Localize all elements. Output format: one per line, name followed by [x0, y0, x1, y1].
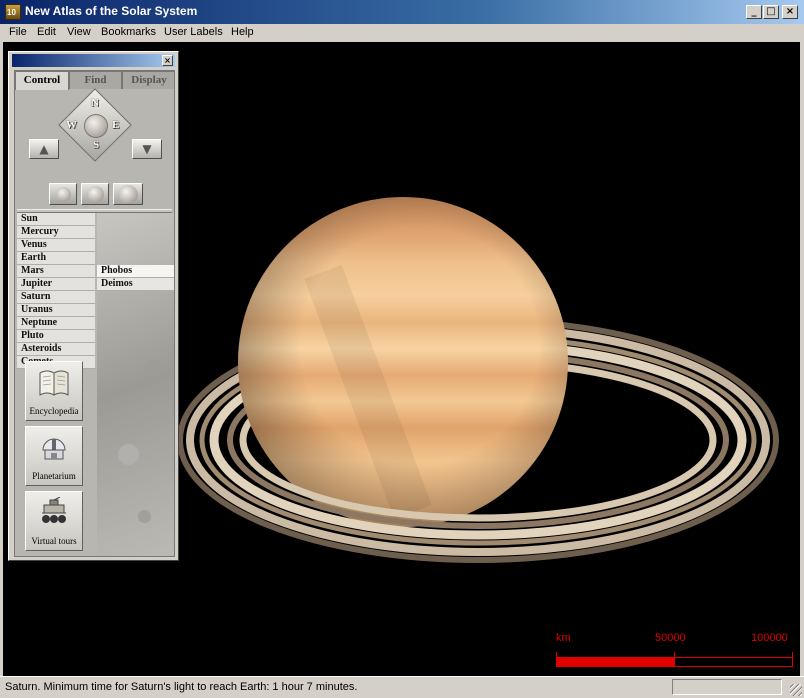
- moon-item-deimos[interactable]: Deimos: [97, 278, 174, 291]
- zoom-small-button[interactable]: [49, 183, 77, 205]
- menu-bar: File Edit View Bookmarks User Labels Hel…: [0, 24, 804, 42]
- scale-bar: [556, 657, 793, 667]
- planet-item-sun[interactable]: Sun: [17, 213, 95, 226]
- tab-display[interactable]: Display: [122, 71, 174, 89]
- tilt-down-button[interactable]: ▼: [132, 139, 162, 159]
- status-bar: Saturn. Minimum time for Saturn's light …: [0, 676, 804, 698]
- encyclopedia-label: Encyclopedia: [29, 406, 79, 416]
- zoom-large-button[interactable]: [113, 183, 143, 205]
- observatory-icon: [42, 438, 66, 460]
- planet-item-asteroids[interactable]: Asteroids: [17, 343, 95, 356]
- scale-unit: km: [556, 632, 571, 644]
- tab-control[interactable]: Control: [15, 71, 69, 90]
- planet-item-earth[interactable]: Earth: [17, 252, 95, 265]
- menu-view[interactable]: View: [67, 26, 91, 38]
- scale-mid-label: 50000: [655, 632, 686, 644]
- encyclopedia-button[interactable]: Encyclopedia: [25, 361, 83, 421]
- menu-edit[interactable]: Edit: [37, 26, 56, 38]
- minimize-button[interactable]: _: [746, 5, 762, 19]
- panel-title-bar[interactable]: ×: [12, 54, 175, 67]
- tab-find[interactable]: Find: [69, 71, 122, 89]
- menu-bookmarks[interactable]: Bookmarks: [101, 26, 156, 38]
- panel-body: Control Find Display N S E W ▲ ▼ Sun Mer…: [14, 70, 175, 557]
- planetarium-button[interactable]: Planetarium: [25, 426, 83, 486]
- zoom-small-icon: [56, 187, 71, 202]
- planet-item-mercury[interactable]: Mercury: [17, 226, 95, 239]
- moon-item-phobos[interactable]: Phobos: [97, 265, 174, 278]
- book-icon: [39, 370, 69, 396]
- scale-bar-fill: [557, 658, 675, 666]
- planet-item-neptune[interactable]: Neptune: [17, 317, 95, 330]
- planet-item-jupiter[interactable]: Jupiter: [17, 278, 95, 291]
- tilt-up-button[interactable]: ▲: [29, 139, 59, 159]
- window-title: New Atlas of the Solar System: [25, 4, 198, 18]
- resize-grip-icon[interactable]: [790, 684, 802, 696]
- menu-user-labels[interactable]: User Labels: [164, 26, 223, 38]
- zoom-large-icon: [118, 185, 138, 204]
- status-text: Saturn. Minimum time for Saturn's light …: [5, 681, 358, 693]
- up-arrow-icon: ▲: [39, 142, 49, 156]
- panel-close-button[interactable]: ×: [162, 55, 173, 66]
- virtual-tours-button[interactable]: Virtual tours: [25, 491, 83, 551]
- status-pane: [672, 679, 782, 695]
- rover-icon: [42, 497, 66, 523]
- compass-north[interactable]: N: [91, 97, 99, 109]
- compass-west[interactable]: W: [66, 119, 77, 131]
- planet-item-venus[interactable]: Venus: [17, 239, 95, 252]
- zoom-medium-icon: [87, 186, 104, 203]
- scale-max-label: 100000: [751, 632, 788, 644]
- app-icon: [5, 4, 21, 20]
- planet-item-pluto[interactable]: Pluto: [17, 330, 95, 343]
- maximize-button[interactable]: □: [763, 5, 779, 19]
- planet-item-uranus[interactable]: Uranus: [17, 304, 95, 317]
- virtual-tours-label: Virtual tours: [31, 536, 77, 546]
- close-button[interactable]: ×: [782, 5, 798, 19]
- menu-help[interactable]: Help: [231, 26, 254, 38]
- menu-file[interactable]: File: [9, 26, 27, 38]
- title-bar[interactable]: New Atlas of the Solar System _ □ ×: [0, 0, 804, 24]
- planet-list: Sun Mercury Venus Earth Mars Jupiter Sat…: [17, 213, 95, 369]
- compass-south[interactable]: S: [93, 139, 99, 151]
- zoom-medium-button[interactable]: [81, 183, 109, 205]
- app-window: New Atlas of the Solar System _ □ × File…: [0, 0, 804, 698]
- compass-east[interactable]: E: [112, 119, 119, 131]
- planet-item-saturn[interactable]: Saturn: [17, 291, 95, 304]
- control-panel: × Control Find Display N S E W ▲ ▼ Sun M…: [8, 51, 179, 561]
- planetarium-label: Planetarium: [32, 471, 76, 481]
- compass-center-button[interactable]: [84, 114, 108, 138]
- down-arrow-icon: ▼: [142, 142, 152, 156]
- planet-item-mars[interactable]: Mars: [17, 265, 95, 278]
- moon-list: Phobos Deimos: [97, 265, 174, 291]
